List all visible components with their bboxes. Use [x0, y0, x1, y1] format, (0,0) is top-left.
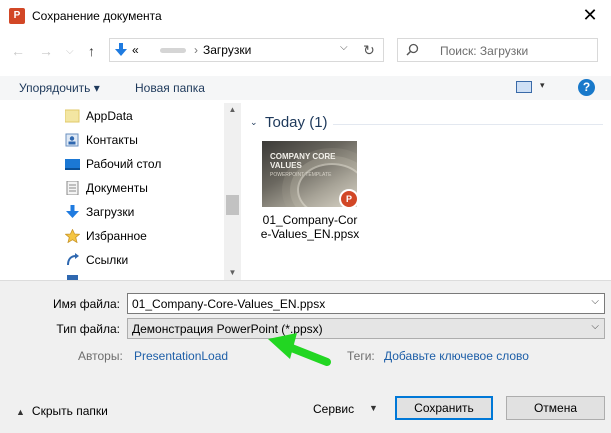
save-button[interactable]: Сохранить	[395, 396, 493, 420]
group-collapse-chevron-icon[interactable]: ⌄	[250, 117, 258, 128]
title-bar: P Сохранение документа ✕	[0, 0, 611, 32]
tree-item-desktop[interactable]: Рабочий стол	[65, 154, 223, 176]
new-folder-button[interactable]: Новая папка	[135, 81, 205, 95]
search-box[interactable]: Поиск: Загрузки	[397, 38, 598, 62]
contacts-icon	[65, 133, 79, 147]
downloads-folder-icon	[115, 43, 127, 56]
tree-item-label: AppData	[86, 109, 133, 123]
links-icon	[67, 253, 79, 266]
address-folder[interactable]: Загрузки	[203, 43, 251, 57]
tree-item-label: Ссылки	[86, 253, 129, 267]
save-options-panel: Имя файла: 01_Company-Core-Values_EN.pps…	[0, 280, 611, 433]
organize-menu-button[interactable]: Упорядочить ▾	[19, 81, 100, 95]
thumbnail-title: COMPANY CORE VALUES	[270, 152, 336, 170]
thumbnail-subtitle: POWERPOINT TEMPLATE	[270, 172, 332, 178]
scroll-up-icon[interactable]: ▲	[224, 103, 241, 117]
tags-value[interactable]: Добавьте ключевое слово	[384, 349, 529, 363]
recent-locations-chevron-icon[interactable]: ⌵	[66, 44, 74, 60]
address-overflow[interactable]: «	[132, 43, 139, 57]
search-icon	[406, 43, 419, 56]
filetype-dropdown-icon[interactable]: ⌵	[591, 321, 599, 332]
folder-icon	[65, 109, 80, 123]
tree-item-documents[interactable]: Документы	[65, 178, 223, 200]
filename-dropdown-icon[interactable]: ⌵	[591, 296, 599, 307]
powerpoint-badge-icon: P	[339, 189, 357, 207]
address-bar[interactable]: « › Загрузки ⌵	[109, 38, 384, 62]
back-arrow-icon[interactable]: ←	[11, 43, 25, 59]
desktop-icon	[65, 159, 80, 170]
authors-value[interactable]: PresentationLoad	[134, 349, 228, 363]
forward-arrow-icon[interactable]: →	[39, 43, 53, 59]
group-header[interactable]: Today (1)	[265, 114, 328, 131]
scrollbar-thumb[interactable]	[226, 195, 239, 215]
search-input[interactable]: Поиск: Загрузки	[440, 44, 528, 58]
tree-item-label: Контакты	[86, 133, 138, 147]
tree-item-label: Документы	[86, 181, 148, 195]
filename-label: Имя файла:	[53, 297, 120, 311]
scroll-down-icon[interactable]: ▼	[224, 266, 241, 280]
view-dropdown-icon[interactable]: ▾	[540, 80, 545, 91]
window-title: Сохранение документа	[32, 9, 162, 23]
tools-menu-button[interactable]: Сервис	[313, 402, 354, 416]
group-divider	[333, 124, 603, 125]
authors-label: Авторы:	[78, 349, 123, 363]
navigation-pane: AppData Контакты Рабочий стол Документы …	[0, 103, 224, 280]
address-separator: ›	[194, 43, 198, 57]
up-arrow-icon[interactable]: ↑	[88, 43, 95, 59]
file-list-pane: ⌄ Today (1) COMPANY CORE VALUES POWERPOI…	[241, 103, 611, 280]
downloads-icon	[66, 205, 79, 218]
tree-scrollbar[interactable]: ▲ ▼	[224, 103, 241, 280]
file-thumbnail: COMPANY CORE VALUES POWERPOINT TEMPLATE …	[262, 141, 357, 207]
tree-item-downloads[interactable]: Загрузки	[65, 202, 223, 224]
filename-input[interactable]: 01_Company-Core-Values_EN.ppsx	[132, 297, 325, 311]
tree-item-label: Загрузки	[86, 205, 135, 219]
tree-item-appdata[interactable]: AppData	[65, 106, 223, 128]
favorites-star-icon	[65, 229, 80, 243]
address-dropdown-icon[interactable]: ⌵	[340, 42, 348, 53]
powerpoint-icon: P	[9, 8, 25, 24]
tree-item-favorites[interactable]: Избранное	[65, 226, 223, 248]
hide-folders-label: Скрыть папки	[31, 404, 108, 418]
filetype-select[interactable]: Демонстрация PowerPoint (*.ppsx) ⌵	[127, 318, 605, 339]
file-item[interactable]: COMPANY CORE VALUES POWERPOINT TEMPLATE …	[260, 139, 360, 264]
chevron-up-icon: ▲	[16, 407, 25, 417]
refresh-icon[interactable]: ↻	[355, 38, 384, 62]
documents-icon	[66, 181, 79, 195]
filename-field[interactable]: 01_Company-Core-Values_EN.ppsx ⌵	[127, 293, 605, 314]
cancel-button[interactable]: Отмена	[506, 396, 605, 420]
help-icon[interactable]: ?	[578, 79, 595, 96]
tools-dropdown-icon[interactable]: ▼	[369, 403, 378, 413]
view-options-icon[interactable]	[516, 81, 532, 93]
blurred-username	[160, 48, 186, 53]
filetype-label: Тип файла:	[56, 322, 120, 336]
filetype-value: Демонстрация PowerPoint (*.ppsx)	[132, 322, 323, 336]
hide-folders-button[interactable]: ▲ Скрыть папки	[16, 404, 108, 418]
close-icon[interactable]: ✕	[570, 2, 610, 30]
tags-label: Теги:	[347, 349, 375, 363]
command-toolbar: Упорядочить ▾ Новая папка ▾ ?	[0, 76, 611, 100]
tree-item-links[interactable]: Ссылки	[65, 250, 223, 272]
file-name: 01_Company-Core-Values_EN.ppsx	[260, 213, 360, 241]
tree-item-contacts[interactable]: Контакты	[65, 130, 223, 152]
tree-item-label: Рабочий стол	[86, 157, 162, 171]
tree-item-label: Избранное	[86, 229, 147, 243]
